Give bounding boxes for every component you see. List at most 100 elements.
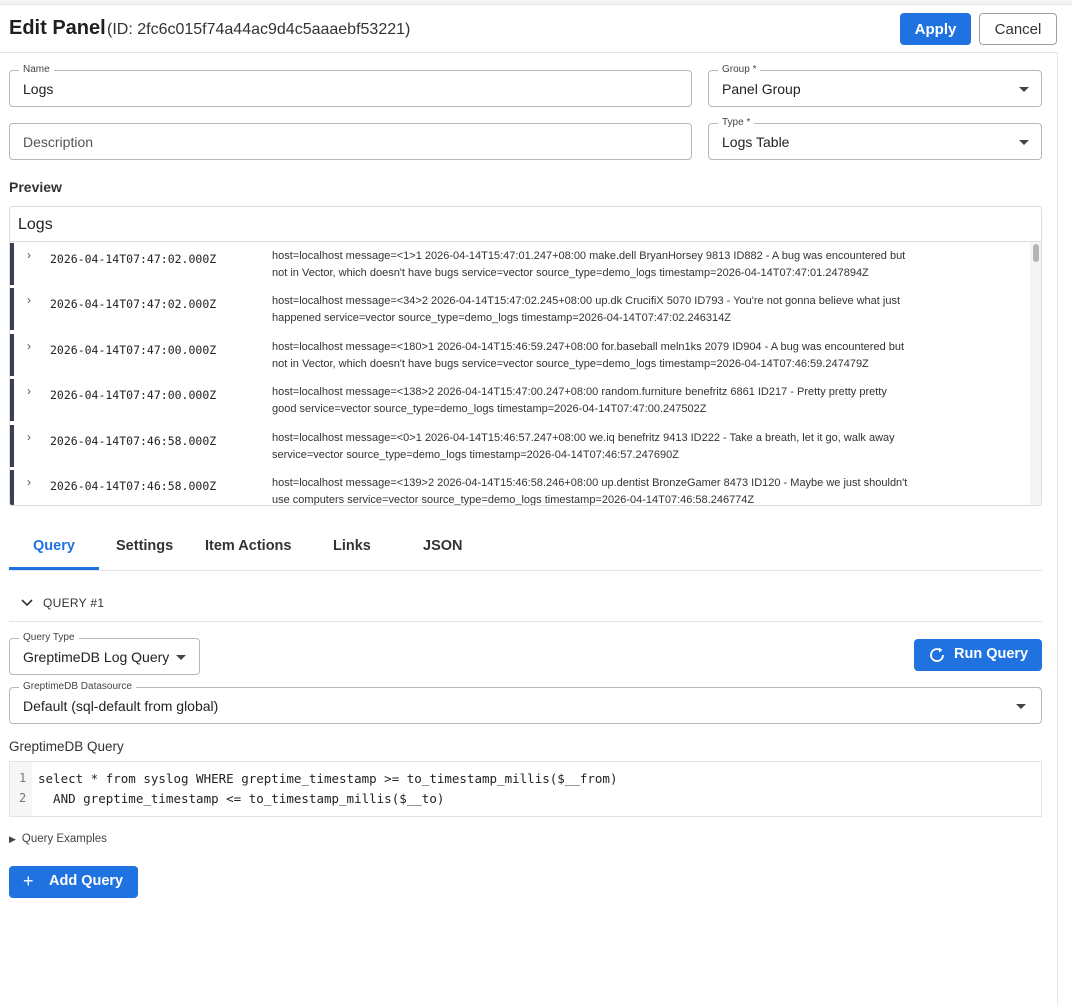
name-field-label: Name <box>19 63 54 77</box>
log-message: host=localhost message=<180>1 2026-04-14… <box>272 339 972 373</box>
page-title: Edit Panel <box>9 17 106 39</box>
log-row[interactable]: › 2026-04-14T07:46:58.000Z host=localhos… <box>10 425 1028 467</box>
log-row-indicator <box>10 379 14 421</box>
query-examples-toggle[interactable]: ▶ Query Examples <box>9 833 107 845</box>
tab-query[interactable]: Query <box>33 538 75 554</box>
query-type-label: Query Type <box>19 631 79 645</box>
log-message-line: host=localhost message=<180>1 2026-04-14… <box>272 341 905 353</box>
query-editor-label: GreptimeDB Query <box>9 739 124 754</box>
log-message-line: good service=vector source_type=demo_log… <box>272 403 707 415</box>
panel-id: (ID: 2fc6c015f74a44ac9d4c5aaaebf53221) <box>107 21 411 38</box>
log-message-line: host=localhost message=<139>2 2026-04-14… <box>272 477 908 489</box>
tab-json[interactable]: JSON <box>423 538 463 554</box>
code-line[interactable]: select * from syslog WHERE greptime_time… <box>38 771 617 786</box>
panel-header: Edit Panel (ID: 2fc6c015f74a44ac9d4c5aaa… <box>0 5 1058 53</box>
log-row[interactable]: › 2026-04-14T07:47:02.000Z host=localhos… <box>10 243 1028 285</box>
log-timestamp: 2026-04-14T07:46:58.000Z <box>50 434 217 448</box>
query-type-value: GreptimeDB Log Query <box>23 649 170 665</box>
preview-label: Preview <box>9 179 62 195</box>
type-select[interactable]: Type * Logs Table <box>708 116 1042 160</box>
chevron-right-icon[interactable]: › <box>27 430 31 444</box>
query-section-title: QUERY #1 <box>43 596 105 610</box>
group-select[interactable]: Group * Panel Group <box>708 63 1042 107</box>
refresh-icon <box>927 645 947 665</box>
code-line[interactable]: AND greptime_timestamp <= to_timestamp_m… <box>38 791 444 806</box>
query-type-select[interactable]: Query Type GreptimeDB Log Query <box>9 631 200 675</box>
datasource-value: Default (sql-default from global) <box>23 698 219 714</box>
log-row[interactable]: › 2026-04-14T07:47:02.000Z host=localhos… <box>10 288 1028 330</box>
log-message-line: host=localhost message=<34>2 2026-04-14T… <box>272 295 901 307</box>
log-message: host=localhost message=<34>2 2026-04-14T… <box>272 293 972 327</box>
log-row[interactable]: › 2026-04-14T07:46:58.000Z host=localhos… <box>10 470 1028 506</box>
datasource-label: GreptimeDB Datasource <box>19 680 136 694</box>
log-timestamp: 2026-04-14T07:47:00.000Z <box>50 343 217 357</box>
chevron-down-icon <box>176 655 186 660</box>
line-number: 2 <box>19 791 27 805</box>
logs-preview-panel: Logs › 2026-04-14T07:47:02.000Z host=loc… <box>9 206 1042 506</box>
chevron-right-icon[interactable]: › <box>27 475 31 489</box>
chevron-down-icon <box>1019 140 1029 145</box>
tab-settings[interactable]: Settings <box>116 538 173 554</box>
log-timestamp: 2026-04-14T07:46:58.000Z <box>50 479 217 493</box>
tab-item-actions[interactable]: Item Actions <box>205 538 291 554</box>
log-timestamp: 2026-04-14T07:47:02.000Z <box>50 297 217 311</box>
run-query-label: Run Query <box>954 646 1029 662</box>
description-placeholder: Description <box>23 134 94 150</box>
log-row-indicator <box>10 243 14 285</box>
divider <box>10 241 1041 242</box>
add-query-button[interactable]: + Add Query <box>9 866 138 898</box>
query-examples-label: Query Examples <box>21 833 107 845</box>
chevron-right-icon[interactable]: › <box>27 384 31 398</box>
add-query-label: Add Query <box>49 873 124 889</box>
tab-links[interactable]: Links <box>333 538 371 554</box>
right-divider <box>1057 53 1058 1005</box>
log-message-line: service=vector source_type=demo_logs tim… <box>272 449 679 461</box>
vertical-scrollbar[interactable] <box>1030 242 1041 505</box>
preview-panel-title: Logs <box>18 216 53 233</box>
log-row[interactable]: › 2026-04-14T07:47:00.000Z host=localhos… <box>10 379 1028 421</box>
log-message-line: not in Vector, which doesn't have bugs s… <box>272 358 869 370</box>
log-message-line: host=localhost message=<138>2 2026-04-14… <box>272 386 887 398</box>
editor-tabs: Query Settings Item Actions Links JSON <box>9 528 1042 571</box>
group-select-value: Panel Group <box>722 81 801 97</box>
chevron-right-icon[interactable]: › <box>27 248 31 262</box>
type-select-value: Logs Table <box>722 134 790 150</box>
log-message: host=localhost message=<138>2 2026-04-14… <box>272 384 972 418</box>
line-number: 1 <box>19 771 27 785</box>
chevron-down-icon <box>1019 87 1029 92</box>
log-message: host=localhost message=<1>1 2026-04-14T1… <box>272 248 972 282</box>
datasource-select[interactable]: GreptimeDB Datasource Default (sql-defau… <box>9 680 1042 724</box>
log-message-line: happened service=vector source_type=demo… <box>272 312 731 324</box>
log-row-indicator <box>10 288 14 330</box>
chevron-right-icon[interactable]: › <box>27 339 31 353</box>
chevron-right-icon[interactable]: › <box>27 293 31 307</box>
scrollbar-thumb[interactable] <box>1033 244 1039 262</box>
log-message-line: not in Vector, which doesn't have bugs s… <box>272 267 869 279</box>
active-tab-indicator <box>9 567 99 570</box>
log-row-indicator <box>10 470 14 505</box>
query-section-header[interactable]: QUERY #1 <box>9 586 1042 622</box>
description-field[interactable]: Description <box>9 123 692 160</box>
triangle-right-icon: ▶ <box>9 834 16 844</box>
log-message-line: use computers service=vector source_type… <box>272 494 755 506</box>
query-code-editor[interactable]: 1 2 select * from syslog WHERE greptime_… <box>9 761 1042 817</box>
log-timestamp: 2026-04-14T07:47:02.000Z <box>50 252 217 266</box>
log-row[interactable]: › 2026-04-14T07:47:00.000Z host=localhos… <box>10 334 1028 376</box>
plus-icon: + <box>23 871 34 891</box>
cancel-button[interactable]: Cancel <box>979 13 1057 45</box>
log-message-line: host=localhost message=<0>1 2026-04-14T1… <box>272 432 895 444</box>
name-field-value: Logs <box>23 81 54 97</box>
group-select-label: Group * <box>718 63 761 77</box>
name-field[interactable]: Name Logs <box>9 63 692 107</box>
log-message-line: host=localhost message=<1>1 2026-04-14T1… <box>272 250 906 262</box>
log-timestamp: 2026-04-14T07:47:00.000Z <box>50 388 217 402</box>
type-select-label: Type * <box>718 116 755 130</box>
log-row-indicator <box>10 334 14 376</box>
log-message: host=localhost message=<0>1 2026-04-14T1… <box>272 430 972 464</box>
log-row-indicator <box>10 425 14 467</box>
apply-button[interactable]: Apply <box>900 13 971 45</box>
chevron-down-icon <box>1016 704 1026 709</box>
log-message: host=localhost message=<139>2 2026-04-14… <box>272 475 972 506</box>
run-query-button[interactable]: Run Query <box>914 639 1042 671</box>
chevron-down-icon[interactable] <box>21 596 33 610</box>
